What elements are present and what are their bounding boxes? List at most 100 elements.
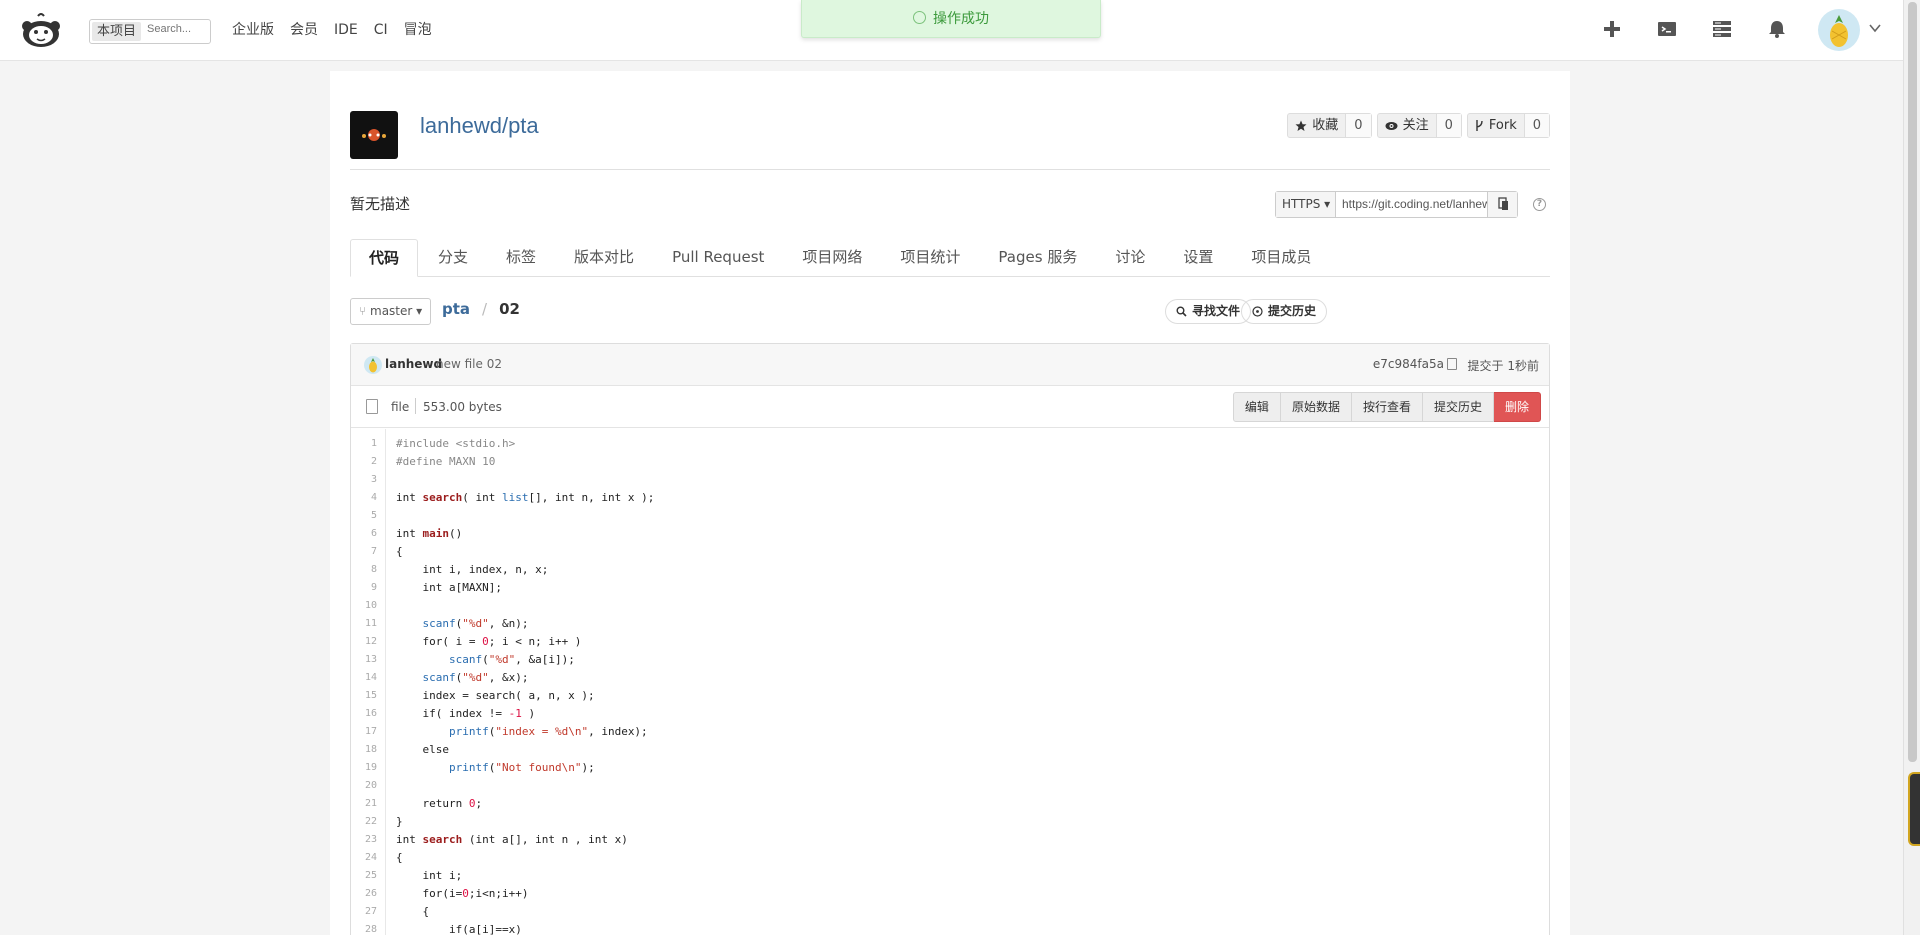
commit-author[interactable]: lanhewd	[385, 357, 442, 371]
plus-icon[interactable]	[1601, 18, 1623, 40]
search-input[interactable]	[147, 23, 207, 35]
user-avatar[interactable]	[1818, 9, 1860, 51]
line-number[interactable]: 25	[351, 867, 385, 885]
repo-tabs: 代码 分支 标签 版本对比 Pull Request 项目网络 项目统计 Pag…	[350, 239, 1550, 277]
tab-tags[interactable]: 标签	[488, 239, 554, 277]
repo-description: 暂无描述	[350, 195, 411, 213]
header-divider	[350, 169, 1550, 170]
terminal-icon[interactable]	[1656, 18, 1678, 40]
tab-members[interactable]: 项目成员	[1233, 239, 1329, 277]
line-number[interactable]: 14	[351, 669, 385, 687]
code-lines: #include <stdio.h> #define MAXN 10 int s…	[386, 429, 1549, 935]
line-number[interactable]: 18	[351, 741, 385, 759]
side-float-widget[interactable]	[1908, 772, 1920, 846]
find-file-button[interactable]: 寻找文件	[1165, 299, 1252, 324]
watch-count[interactable]: 0	[1435, 114, 1461, 137]
nav-member[interactable]: 会员	[290, 20, 318, 40]
line-number[interactable]: 7	[351, 543, 385, 561]
line-number[interactable]: 19	[351, 759, 385, 777]
line-number[interactable]: 13	[351, 651, 385, 669]
line-number[interactable]: 11	[351, 615, 385, 633]
line-number[interactable]: 27	[351, 903, 385, 921]
code-line: #define MAXN 10	[396, 455, 496, 468]
line-number[interactable]: 15	[351, 687, 385, 705]
line-number[interactable]: 8	[351, 561, 385, 579]
line-number[interactable]: 1	[351, 435, 385, 453]
line-number[interactable]: 2	[351, 453, 385, 471]
commit-message[interactable]: new file 02	[436, 357, 502, 371]
line-number[interactable]: 5	[351, 507, 385, 525]
star-button[interactable]: 收藏 0	[1287, 113, 1372, 138]
code-line: scanf("%d", &n);	[422, 617, 529, 630]
commit-sha[interactable]: e7c984fa5a	[1373, 357, 1444, 371]
line-number[interactable]: 24	[351, 849, 385, 867]
help-icon[interactable]: ?	[1533, 198, 1546, 211]
star-count[interactable]: 0	[1345, 114, 1371, 137]
line-number[interactable]: 4	[351, 489, 385, 507]
copy-url-button[interactable]	[1487, 192, 1517, 217]
fork-count[interactable]: 0	[1523, 114, 1549, 137]
raw-button[interactable]: 原始数据	[1280, 392, 1352, 422]
star-icon	[1295, 120, 1307, 131]
commit-time: 提交于 1秒前	[1467, 359, 1539, 373]
scrollbar-thumb[interactable]	[1908, 2, 1917, 762]
nav-ide[interactable]: IDE	[334, 20, 358, 40]
commit-history-button[interactable]: 提交历史	[1241, 299, 1328, 324]
line-number[interactable]: 10	[351, 597, 385, 615]
line-number[interactable]: 3	[351, 471, 385, 489]
nav-ci[interactable]: CI	[374, 20, 388, 40]
coding-monkey-logo[interactable]	[18, 12, 64, 48]
commit-history-label: 提交历史	[1268, 304, 1317, 318]
line-number[interactable]: 17	[351, 723, 385, 741]
chevron-down-icon[interactable]	[1869, 22, 1881, 34]
tab-pages[interactable]: Pages 服务	[980, 239, 1095, 277]
nav-bubble[interactable]: 冒泡	[404, 20, 432, 40]
tab-stats[interactable]: 项目统计	[882, 239, 978, 277]
line-number[interactable]: 20	[351, 777, 385, 795]
clone-protocol-select[interactable]: HTTPS ▾	[1276, 192, 1336, 217]
info-divider	[415, 398, 416, 414]
tab-pull-request[interactable]: Pull Request	[654, 239, 782, 277]
fork-button[interactable]: Fork 0	[1466, 113, 1550, 138]
line-number[interactable]: 26	[351, 885, 385, 903]
line-number[interactable]: 23	[351, 831, 385, 849]
watch-button[interactable]: 关注 0	[1376, 113, 1462, 138]
tab-network[interactable]: 项目网络	[784, 239, 880, 277]
copy-sha-icon[interactable]	[1447, 358, 1457, 370]
tab-discussion[interactable]: 讨论	[1097, 239, 1163, 277]
blame-button[interactable]: 按行查看	[1351, 392, 1423, 422]
commit-author-avatar[interactable]	[364, 356, 382, 374]
clone-url-field[interactable]: https://git.coding.net/lanhewd/pta.git	[1336, 192, 1487, 217]
code-line: {	[396, 905, 430, 918]
line-number[interactable]: 12	[351, 633, 385, 651]
clone-protocol-label: HTTPS	[1282, 197, 1321, 211]
breadcrumb-repo[interactable]: pta	[442, 300, 470, 318]
pineapple-avatar-icon	[1830, 15, 1848, 47]
tab-settings[interactable]: 设置	[1165, 239, 1231, 277]
delete-button[interactable]: 删除	[1493, 392, 1541, 422]
tab-branches[interactable]: 分支	[420, 239, 486, 277]
file-history-button[interactable]: 提交历史	[1422, 392, 1494, 422]
code-view: 1 2 3 4 5 6 7 8 9 10 11 12 13 14 15 16 17 18 19 20 21 22 23 24 2…	[351, 429, 1549, 935]
bell-icon[interactable]	[1766, 18, 1788, 40]
line-number[interactable]: 9	[351, 579, 385, 597]
line-number[interactable]: 6	[351, 525, 385, 543]
nav-enterprise[interactable]: 企业版	[232, 20, 274, 40]
tab-compare[interactable]: 版本对比	[556, 239, 652, 277]
tab-code[interactable]: 代码	[350, 239, 419, 277]
code-line: if( index != -1 )	[396, 707, 536, 720]
search-icon	[1176, 306, 1187, 317]
line-number[interactable]: 22	[351, 813, 385, 831]
line-number[interactable]: 28	[351, 921, 385, 935]
branch-selector[interactable]: ⑂ master ▾	[350, 298, 431, 325]
project-search-box[interactable]: 本项目	[89, 19, 211, 44]
line-number[interactable]: 16	[351, 705, 385, 723]
menu-list-icon[interactable]	[1711, 18, 1733, 40]
code-line: scanf("%d", &x);	[422, 671, 529, 684]
edit-button[interactable]: 编辑	[1232, 392, 1281, 422]
code-line: int main()	[396, 527, 463, 540]
search-scope-tag[interactable]: 本项目	[92, 22, 142, 41]
line-number[interactable]: 21	[351, 795, 385, 813]
repo-title[interactable]: lanhewd/pta	[420, 113, 539, 139]
fork-icon	[1476, 120, 1483, 131]
